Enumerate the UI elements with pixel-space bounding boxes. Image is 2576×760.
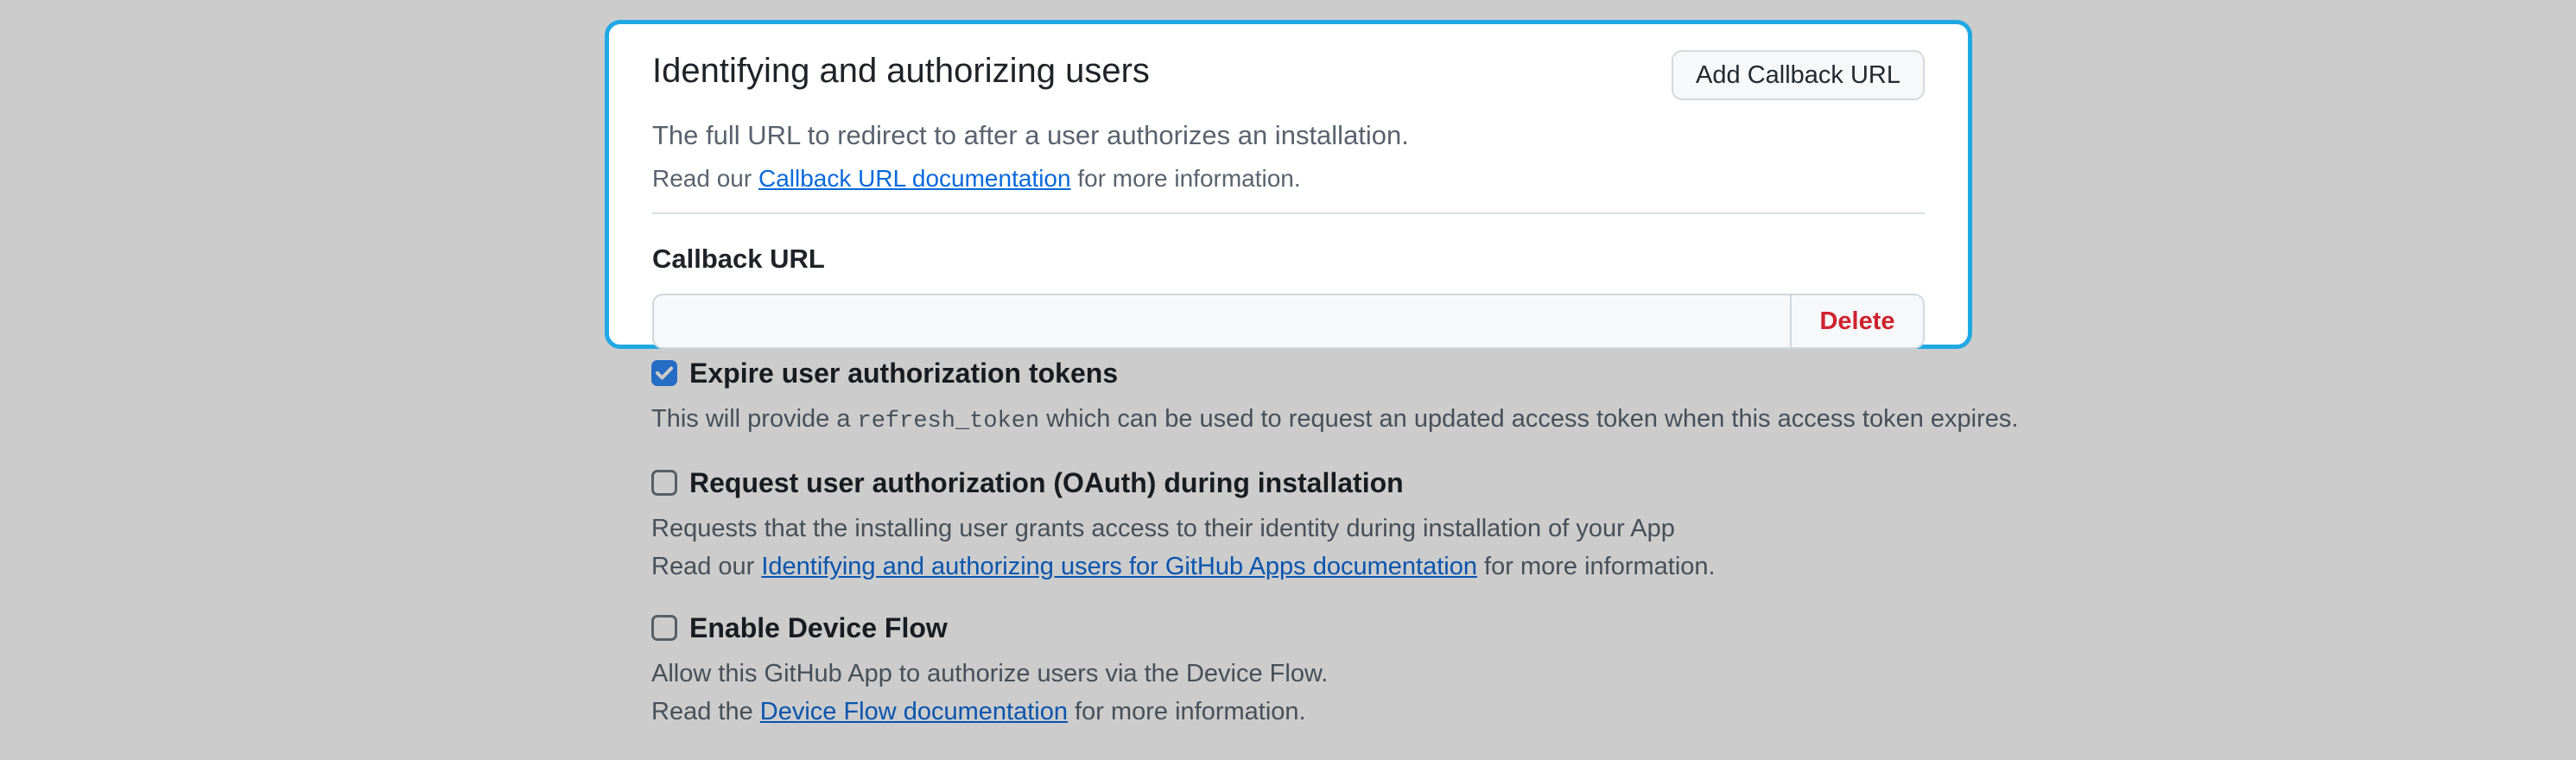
option-device-flow: Enable Device Flow Allow this GitHub App… bbox=[651, 611, 2379, 728]
device-flow-documentation-link[interactable]: Device Flow documentation bbox=[760, 698, 1068, 725]
read-suffix: for more information. bbox=[1068, 698, 1306, 725]
request-oauth-label[interactable]: Request user authorization (OAuth) durin… bbox=[689, 466, 1404, 500]
request-oauth-read-note: Read our Identifying and authorizing use… bbox=[651, 550, 2379, 583]
device-flow-label[interactable]: Enable Device Flow bbox=[689, 611, 948, 645]
identifying-authorizing-users-card: Identifying and authorizing users Add Ca… bbox=[605, 20, 1972, 349]
note-suffix: for more information. bbox=[1071, 165, 1301, 192]
request-oauth-checkbox[interactable] bbox=[651, 470, 677, 496]
expire-tokens-checkbox[interactable] bbox=[651, 360, 677, 386]
add-callback-url-button[interactable]: Add Callback URL bbox=[1672, 50, 1925, 100]
note-prefix: Read our bbox=[652, 165, 758, 192]
option-request-oauth: Request user authorization (OAuth) durin… bbox=[651, 466, 2379, 583]
authorization-options: Expire user authorization tokens This wi… bbox=[651, 356, 2379, 728]
callback-url-documentation-link[interactable]: Callback URL documentation bbox=[758, 165, 1071, 192]
card-header: Identifying and authorizing users Add Ca… bbox=[652, 50, 1925, 100]
refresh-token-code: refresh_token bbox=[858, 408, 1040, 434]
description-suffix: which can be used to request an updated … bbox=[1039, 405, 2018, 433]
divider bbox=[652, 212, 1925, 214]
device-flow-read-note: Read the Device Flow documentation for m… bbox=[651, 695, 2379, 728]
section-note: Read our Callback URL documentation for … bbox=[652, 164, 1925, 193]
read-suffix: for more information. bbox=[1477, 553, 1716, 580]
callback-url-input[interactable] bbox=[654, 295, 1790, 347]
option-expire-tokens: Expire user authorization tokens This wi… bbox=[651, 356, 2379, 438]
device-flow-checkbox[interactable] bbox=[651, 615, 677, 641]
description-prefix: This will provide a bbox=[651, 405, 858, 433]
section-title: Identifying and authorizing users bbox=[652, 50, 1150, 92]
callback-url-label: Callback URL bbox=[652, 244, 1925, 275]
expire-tokens-label[interactable]: Expire user authorization tokens bbox=[689, 356, 1118, 390]
callback-url-input-group: Delete bbox=[652, 294, 1925, 349]
identifying-authorizing-users-doc-link[interactable]: Identifying and authorizing users for Gi… bbox=[761, 553, 1477, 580]
delete-callback-url-button[interactable]: Delete bbox=[1790, 295, 1923, 347]
option-expire-tokens-row: Expire user authorization tokens bbox=[651, 356, 2379, 390]
read-prefix: Read our bbox=[651, 553, 761, 580]
expire-tokens-description: This will provide a refresh_token which … bbox=[651, 402, 2379, 438]
device-flow-description: Allow this GitHub App to authorize users… bbox=[651, 657, 2379, 690]
checkmark-icon bbox=[656, 366, 673, 380]
request-oauth-description: Requests that the installing user grants… bbox=[651, 512, 2379, 545]
section-description: The full URL to redirect to after a user… bbox=[652, 119, 1925, 152]
option-device-flow-row: Enable Device Flow bbox=[651, 611, 2379, 645]
github-app-settings-page: Identifying and authorizing users Add Ca… bbox=[0, 0, 2576, 760]
option-request-oauth-row: Request user authorization (OAuth) durin… bbox=[651, 466, 2379, 500]
read-prefix: Read the bbox=[651, 698, 760, 725]
